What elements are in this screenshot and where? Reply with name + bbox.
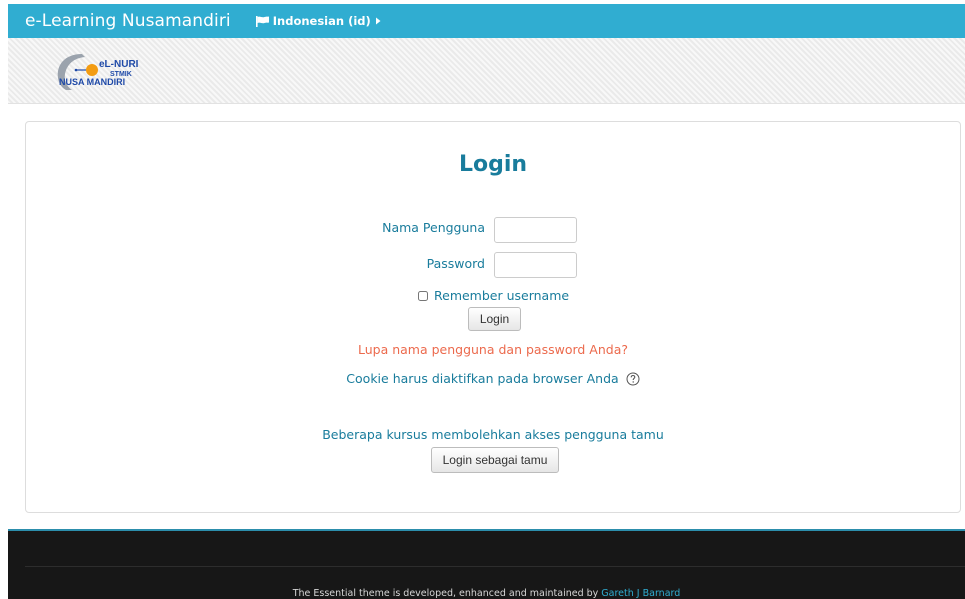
question-circle-icon[interactable] (626, 372, 640, 386)
top-navbar: e-Learning Nusamandiri Indonesian (id) (8, 4, 965, 38)
caret-right-icon (375, 17, 381, 25)
cookie-notice-text: Cookie harus diaktifkan pada browser And… (346, 371, 619, 386)
password-label: Password (426, 256, 485, 271)
flag-icon (255, 15, 269, 27)
forgot-password-link[interactable]: Lupa nama pengguna dan password Anda? (0, 342, 965, 357)
password-input[interactable] (494, 252, 577, 278)
page-footer: The Essential theme is developed, enhanc… (8, 529, 965, 599)
footer-author-link[interactable]: Gareth J Barnard (601, 588, 680, 599)
guest-login-button[interactable]: Login sebagai tamu (431, 447, 559, 473)
remember-username-checkbox[interactable] (418, 290, 428, 301)
page-header: eL-NURI STMIK NUSA MANDIRI (8, 38, 965, 104)
site-logo[interactable]: eL-NURI STMIK NUSA MANDIRI (52, 52, 162, 92)
language-menu[interactable]: Indonesian (id) (255, 14, 382, 28)
remember-username-label: Remember username (434, 288, 570, 303)
footer-credit: The Essential theme is developed, enhanc… (8, 588, 965, 599)
page-title: Login (458, 152, 528, 177)
site-brand-link[interactable]: e-Learning Nusamandiri (8, 11, 231, 31)
svg-text:eL-NURI: eL-NURI (99, 59, 139, 70)
language-label: Indonesian (id) (272, 14, 371, 28)
login-button[interactable]: Login (468, 307, 521, 331)
username-label: Nama Pengguna (382, 220, 485, 235)
username-input[interactable] (494, 217, 577, 243)
svg-text:NUSA MANDIRI: NUSA MANDIRI (59, 77, 125, 87)
cookie-notice: Cookie harus diaktifkan pada browser And… (0, 371, 965, 386)
remember-username-row: Remember username (418, 288, 569, 303)
guest-access-text: Beberapa kursus membolehkan akses penggu… (322, 427, 664, 442)
footer-credit-text: The Essential theme is developed, enhanc… (292, 588, 602, 599)
footer-divider (25, 566, 965, 567)
